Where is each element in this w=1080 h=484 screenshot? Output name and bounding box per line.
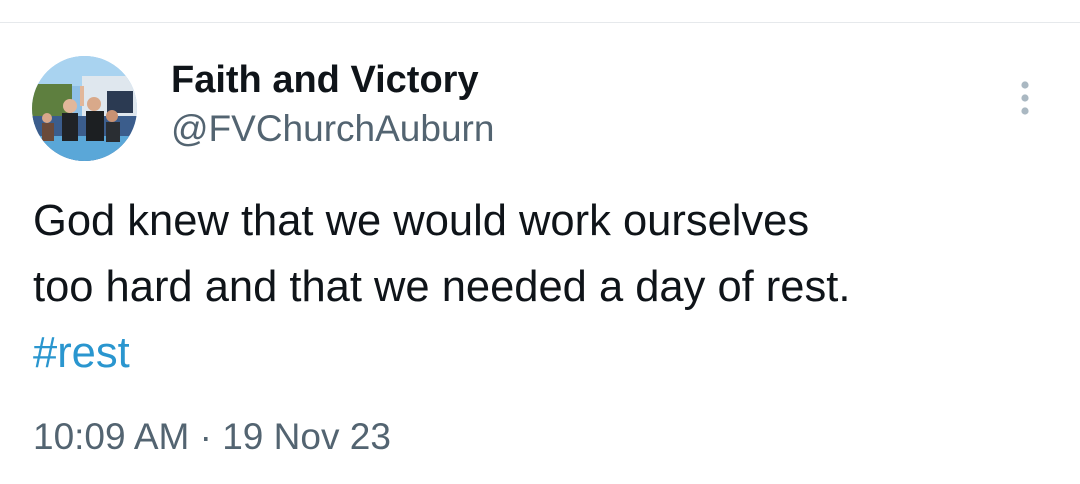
hashtag-link[interactable]: #rest bbox=[33, 329, 130, 377]
tweet-author[interactable]: Faith and Victory @FVChurchAuburn bbox=[171, 58, 494, 151]
tweet-time[interactable]: 10:09 AM bbox=[33, 416, 189, 457]
timestamp-separator: · bbox=[199, 416, 212, 457]
tweet-text: God knew that we would work ourselves to… bbox=[33, 188, 1053, 386]
more-options-button[interactable] bbox=[1010, 80, 1040, 116]
author-handle[interactable]: @FVChurchAuburn bbox=[171, 107, 494, 151]
profile-photo-icon bbox=[32, 56, 137, 161]
author-display-name[interactable]: Faith and Victory bbox=[171, 58, 494, 102]
tweet-text-line: too hard and that we needed a day of res… bbox=[33, 263, 851, 311]
more-vertical-icon bbox=[1021, 81, 1029, 115]
tweet-text-line: God knew that we would work ourselves bbox=[33, 197, 810, 245]
top-divider bbox=[0, 22, 1080, 23]
tweet-timestamp[interactable]: 10:09 AM · 19 Nov 23 bbox=[33, 415, 391, 459]
author-avatar[interactable] bbox=[32, 56, 137, 161]
tweet-date[interactable]: 19 Nov 23 bbox=[222, 416, 391, 457]
